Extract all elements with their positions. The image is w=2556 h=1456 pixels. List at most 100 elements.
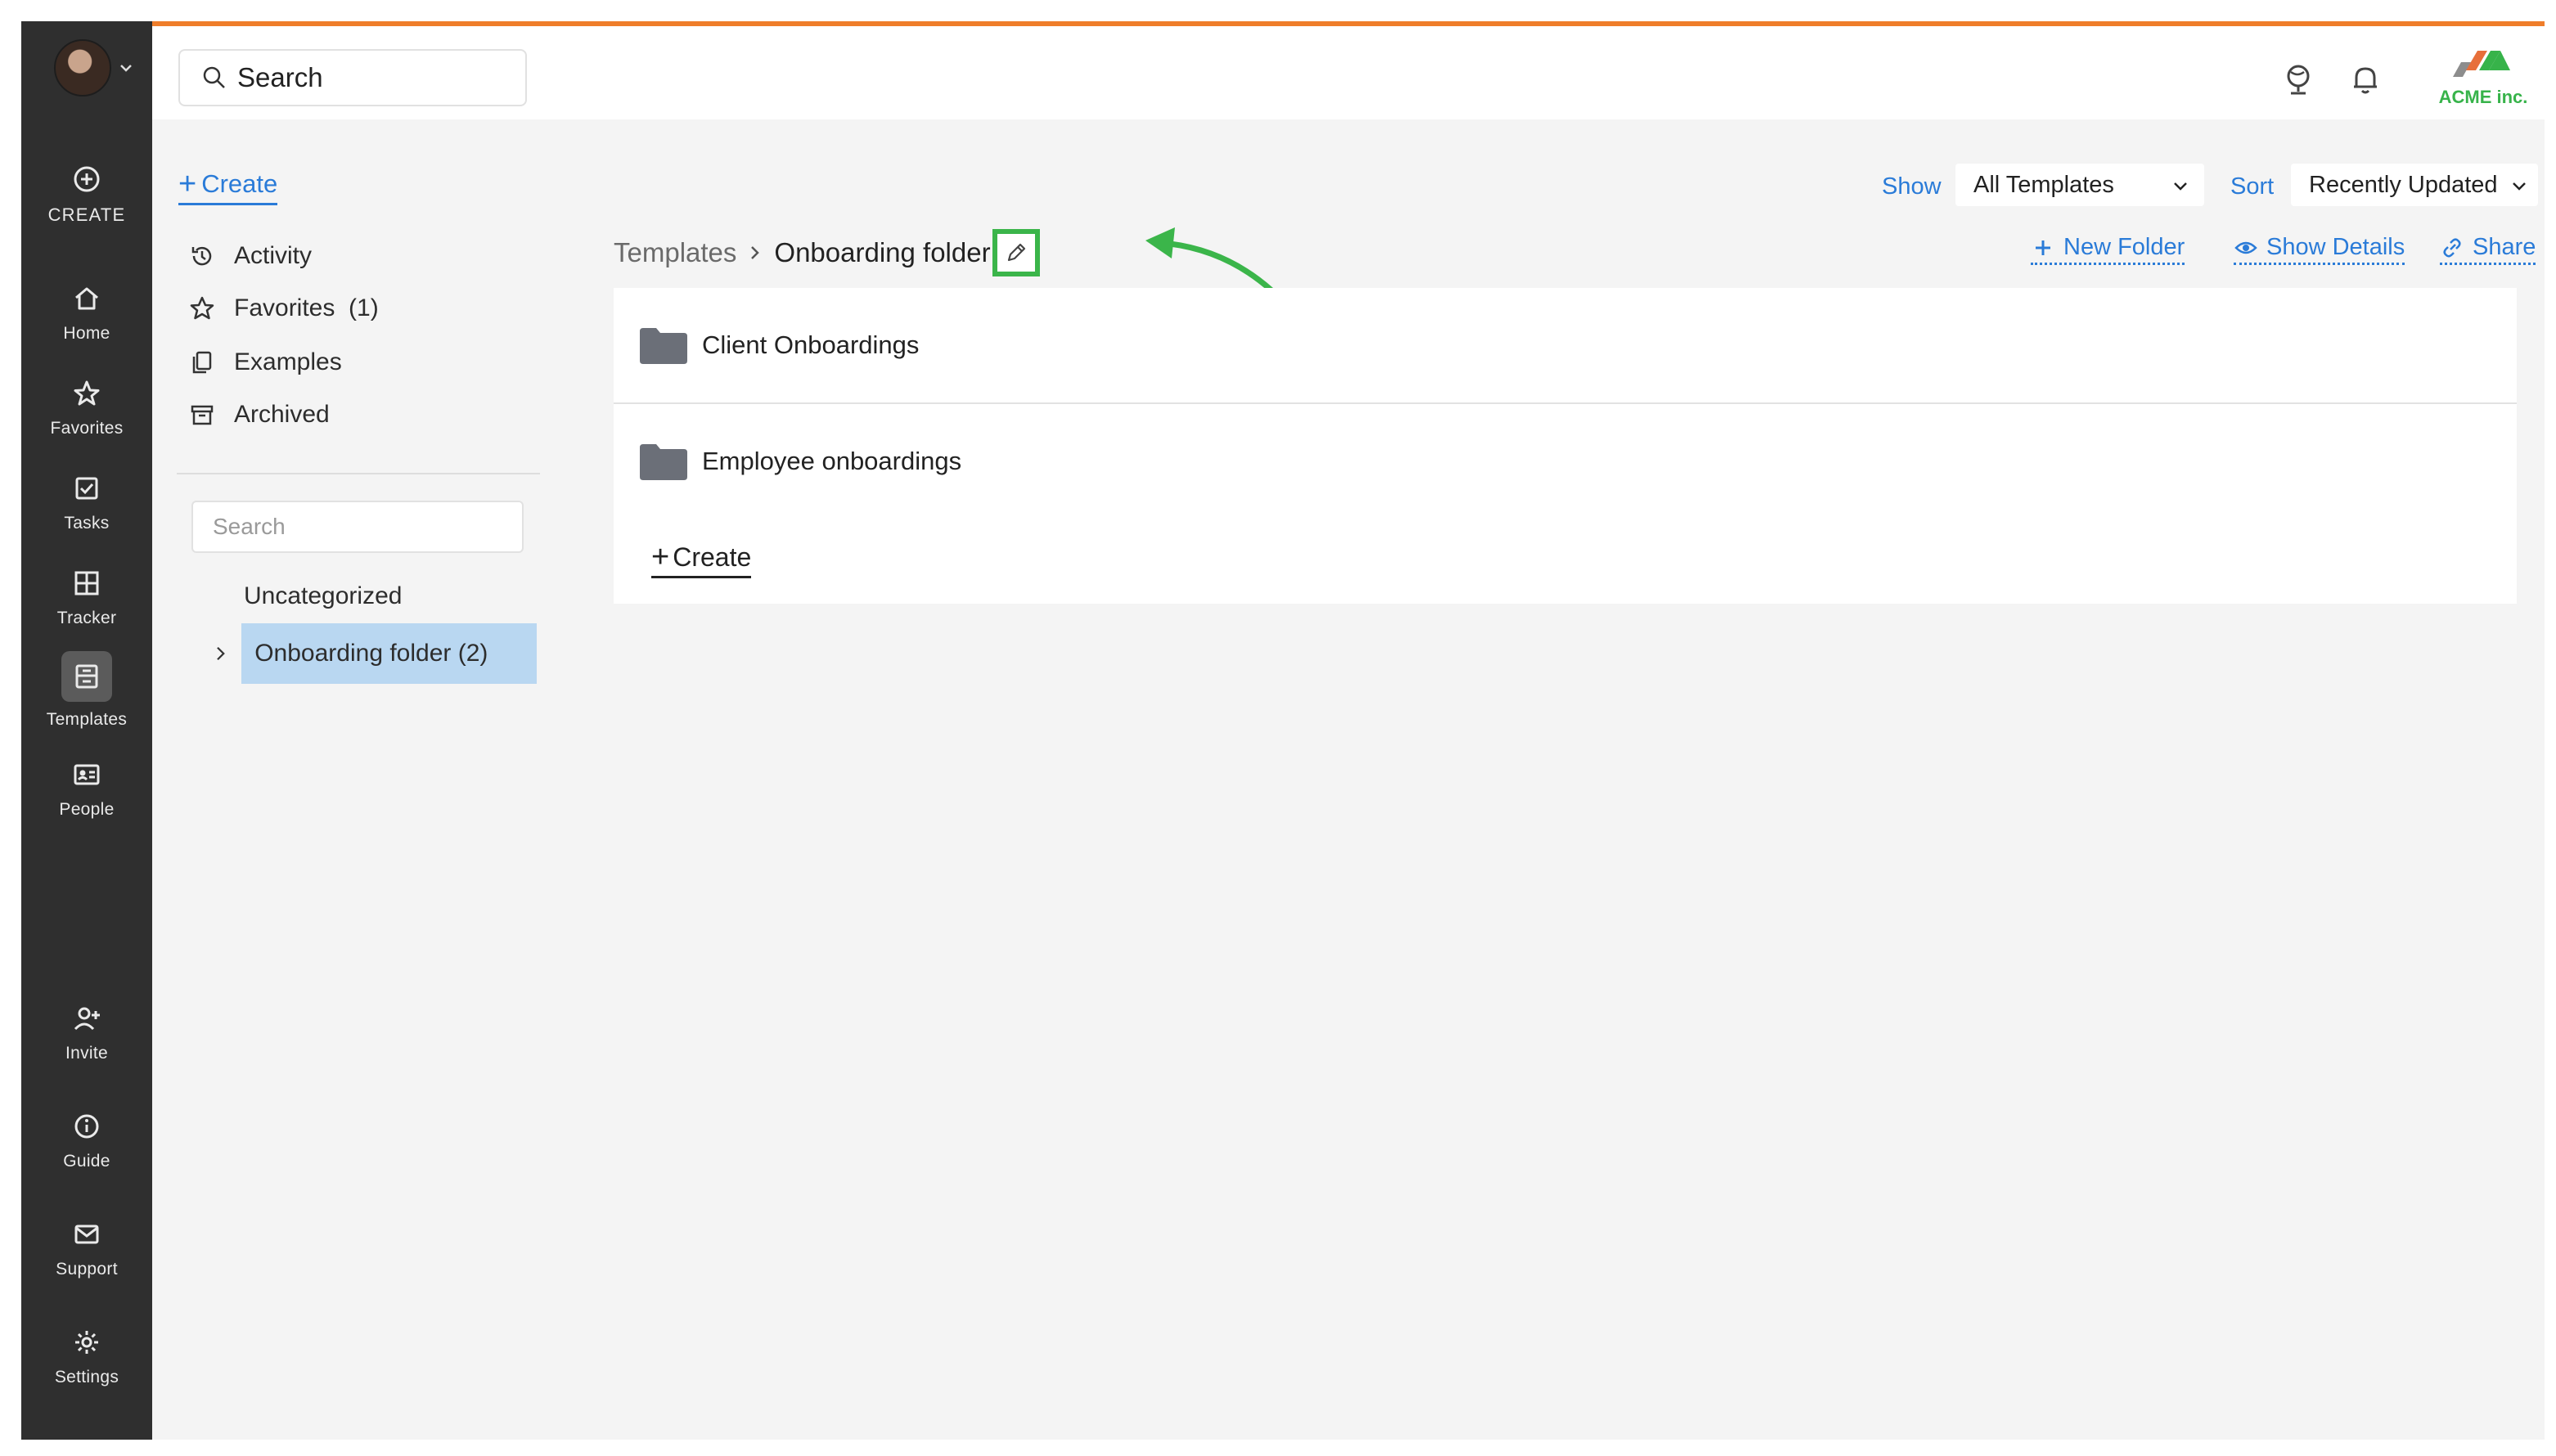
sidebar-item-label: Activity bbox=[234, 242, 313, 269]
search-icon bbox=[203, 66, 225, 88]
folder-item-label: Client Onboardings bbox=[702, 330, 920, 359]
copy-icon bbox=[192, 351, 212, 374]
rail-item-label: Guide bbox=[63, 1152, 110, 1171]
folder-item-employee-onboardings[interactable]: Employee onboardings bbox=[614, 404, 2517, 519]
rail-item-tracker[interactable]: Tracker bbox=[21, 568, 152, 628]
folder-list-card: Client Onboardings Employee onboardings … bbox=[614, 288, 2517, 604]
chevron-down-icon bbox=[2174, 182, 2187, 191]
rail-item-label: Favorites bbox=[50, 419, 124, 438]
archive-icon bbox=[191, 405, 214, 425]
logo-text: ACME inc. bbox=[2439, 87, 2528, 107]
history-icon bbox=[191, 246, 212, 266]
avatar[interactable] bbox=[54, 39, 111, 97]
show-select-value: All Templates bbox=[1973, 171, 2114, 198]
folder-search-placeholder: Search bbox=[213, 514, 286, 539]
breadcrumb-templates-link[interactable]: Templates bbox=[614, 237, 736, 268]
logo-mark-icon: ACME inc. bbox=[2439, 51, 2528, 107]
rail-item-label: Home bbox=[63, 324, 110, 343]
rail-create-label: CREATE bbox=[47, 204, 126, 225]
plus-icon bbox=[2036, 240, 2050, 255]
rail-item-label: Support bbox=[56, 1260, 118, 1278]
acme-logo: ACME inc. bbox=[2438, 38, 2528, 119]
sort-select[interactable]: Recently Updated bbox=[2291, 164, 2538, 206]
mail-icon bbox=[74, 1225, 99, 1244]
chevron-right-icon[interactable] bbox=[209, 641, 232, 666]
card-create-label: Create bbox=[673, 542, 752, 572]
id-card-icon bbox=[74, 764, 100, 785]
chevron-down-icon bbox=[120, 65, 132, 72]
show-select[interactable]: All Templates bbox=[1955, 164, 2204, 206]
star-icon bbox=[74, 380, 100, 406]
breadcrumb: Templates Onboarding folder bbox=[614, 229, 1040, 276]
show-details-button[interactable]: Show Details bbox=[2234, 234, 2405, 265]
rail-item-label: Invite bbox=[65, 1044, 108, 1063]
gear-icon bbox=[75, 1331, 98, 1354]
sidebar-item-label: Examples bbox=[234, 348, 342, 375]
sidebar-item-favorites[interactable]: Favorites (1) bbox=[188, 294, 499, 322]
folder-icon bbox=[640, 328, 687, 364]
rail-item-tasks[interactable]: Tasks bbox=[21, 473, 152, 533]
user-menu[interactable] bbox=[54, 39, 134, 97]
show-details-label: Show Details bbox=[2266, 234, 2405, 260]
breadcrumb-current: Onboarding folder bbox=[774, 237, 991, 267]
rail-item-guide[interactable]: Guide bbox=[21, 1111, 152, 1171]
star-icon bbox=[190, 296, 214, 320]
rail-item-settings[interactable]: Settings bbox=[21, 1327, 152, 1387]
sidebar-divider bbox=[177, 473, 540, 474]
global-search-input[interactable]: Search bbox=[178, 49, 527, 106]
rail-create[interactable]: CREATE bbox=[21, 164, 152, 226]
show-label: Show bbox=[1882, 173, 1942, 200]
sort-label: Sort bbox=[2230, 173, 2275, 200]
sidebar-create-label: Create bbox=[201, 169, 278, 198]
bell-icon[interactable] bbox=[2347, 61, 2384, 98]
rail-item-label: Tracker bbox=[56, 609, 117, 627]
plus-icon: + bbox=[651, 540, 670, 574]
chevron-right-icon bbox=[751, 246, 760, 259]
checkbox-icon bbox=[75, 477, 98, 500]
main-content: Show All Templates Sort Recently Updated… bbox=[614, 119, 2538, 1440]
folder-item-uncategorized[interactable]: Uncategorized bbox=[209, 566, 537, 627]
rail-item-label: Tasks bbox=[64, 514, 110, 533]
rail-item-invite[interactable]: Invite bbox=[21, 1003, 152, 1063]
sidebar-item-activity[interactable]: Activity bbox=[188, 242, 499, 270]
create-in-folder-button[interactable]: + Create bbox=[651, 540, 752, 578]
info-icon bbox=[74, 1114, 99, 1139]
globe-icon[interactable] bbox=[2279, 61, 2317, 98]
folder-item-onboarding[interactable]: Onboarding folder (2) bbox=[209, 623, 537, 684]
plus-icon: + bbox=[178, 167, 197, 201]
sidebar-item-archived[interactable]: Archived bbox=[188, 401, 499, 429]
rail-item-label: Settings bbox=[54, 1368, 119, 1386]
folder-item-label: Uncategorized bbox=[244, 582, 403, 609]
templates-icon-box bbox=[61, 651, 112, 702]
rail-item-favorites[interactable]: Favorites bbox=[21, 378, 152, 438]
rename-folder-button[interactable] bbox=[992, 229, 1040, 276]
home-icon bbox=[75, 287, 98, 310]
templates-icon bbox=[75, 664, 98, 689]
chevron-down-icon bbox=[2513, 182, 2526, 191]
left-rail: CREATE Home Favorites Tasks Tracker Temp… bbox=[21, 21, 152, 1440]
rail-item-label: Templates bbox=[46, 710, 128, 729]
rail-item-people[interactable]: People bbox=[21, 759, 152, 820]
share-button[interactable]: Share bbox=[2440, 234, 2536, 265]
sidebar-item-label: Archived bbox=[234, 401, 330, 428]
rail-item-templates[interactable]: Templates bbox=[21, 651, 152, 730]
new-folder-button[interactable]: New Folder bbox=[2031, 234, 2185, 265]
folder-item-label: Onboarding folder (2) bbox=[241, 623, 537, 684]
pencil-icon bbox=[1007, 243, 1025, 262]
sidebar-item-examples[interactable]: Examples bbox=[188, 348, 499, 376]
add-user-icon bbox=[74, 1007, 100, 1031]
grid-icon bbox=[74, 571, 99, 595]
link-icon bbox=[2443, 237, 2461, 258]
folder-item-client-onboardings[interactable]: Client Onboardings bbox=[614, 288, 2517, 402]
rail-item-home[interactable]: Home bbox=[21, 283, 152, 344]
folder-item-label: Employee onboardings bbox=[702, 447, 962, 475]
global-search-placeholder: Search bbox=[237, 62, 323, 92]
rail-item-label: People bbox=[59, 800, 115, 819]
rail-item-support[interactable]: Support bbox=[21, 1219, 152, 1279]
sidebar-item-label: Favorites (1) bbox=[234, 294, 379, 321]
folder-search-input[interactable]: Search bbox=[191, 501, 524, 553]
app-window: CREATE Home Favorites Tasks Tracker Temp… bbox=[21, 21, 2545, 1440]
sidebar-create-button[interactable]: + Create bbox=[178, 167, 278, 205]
plus-circle-icon bbox=[74, 166, 100, 192]
templates-sidebar: + Create Activity Favorites (1) Examples… bbox=[152, 119, 545, 1440]
